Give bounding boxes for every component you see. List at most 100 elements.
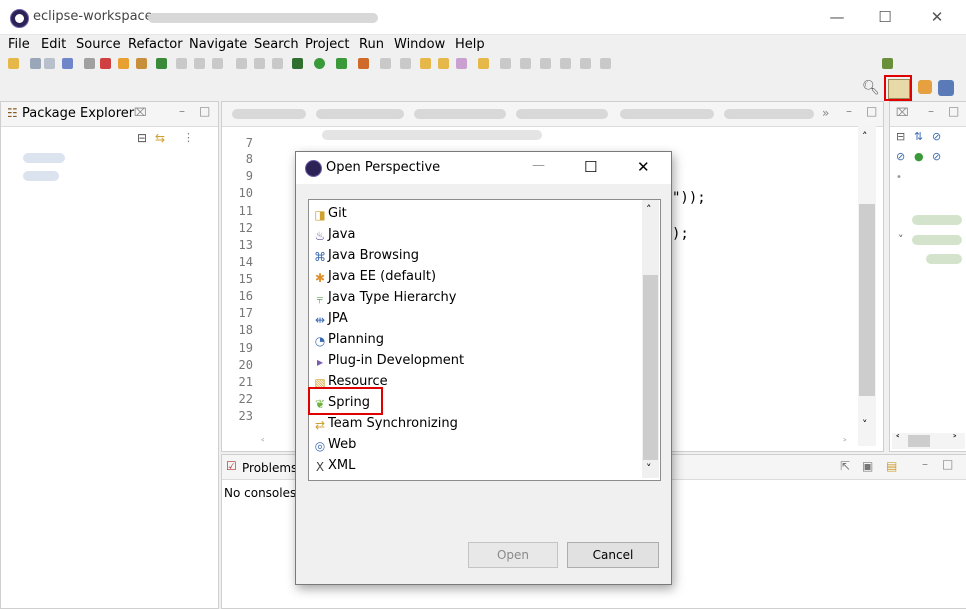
editor-tab-blurred[interactable] xyxy=(620,109,714,119)
hide-nonpublic-icon[interactable]: ⊘ xyxy=(932,150,941,163)
link-editor-icon[interactable]: ⇆ xyxy=(155,131,165,145)
maximize-button[interactable]: ☐ xyxy=(870,6,900,28)
search-folder-icon[interactable] xyxy=(478,58,489,69)
open-type-icon[interactable] xyxy=(438,58,449,69)
perspective-item[interactable]: ⫧ Java Type Hierarchy xyxy=(313,288,457,308)
skip-breakpoints-icon[interactable] xyxy=(84,58,95,69)
editor-tab-blurred[interactable] xyxy=(414,109,506,119)
open-folder-icon[interactable] xyxy=(420,58,431,69)
tree-item-blurred[interactable] xyxy=(23,153,65,163)
scroll-up-icon[interactable]: ˄ xyxy=(646,203,652,216)
list-scrollbar[interactable]: ˄ ˅ xyxy=(642,200,659,478)
external-tools-icon[interactable] xyxy=(358,58,369,69)
dialog-minimize-button[interactable]: — xyxy=(532,158,545,173)
debug-icon[interactable] xyxy=(100,58,111,69)
console-toolbar-icon[interactable]: ⇱ xyxy=(840,459,850,473)
perspective-item[interactable]: ✱ Java EE (default) xyxy=(313,267,436,287)
tool-icon[interactable] xyxy=(212,58,223,69)
menu-window[interactable]: Window xyxy=(394,37,445,52)
minimize-console-icon[interactable]: – xyxy=(922,457,928,471)
outline-item-blurred[interactable] xyxy=(926,254,962,264)
save-all-icon[interactable] xyxy=(44,58,55,69)
hide-static-icon[interactable]: ⊘ xyxy=(896,150,905,163)
perspective-item[interactable]: ⌘ Java Browsing xyxy=(313,246,419,266)
perspective-item[interactable]: ⇹ JPA xyxy=(313,309,348,329)
perspective-item[interactable]: ♨ Java xyxy=(313,225,356,245)
scroll-right-icon[interactable]: ˃ xyxy=(952,433,958,446)
java-ee-perspective-icon[interactable] xyxy=(918,80,932,94)
new-console-icon[interactable]: ▤ xyxy=(886,459,897,473)
tree-item-blurred[interactable] xyxy=(23,171,59,181)
editor-tab-blurred[interactable] xyxy=(724,109,814,119)
run-icon[interactable] xyxy=(314,58,325,69)
sort-icon[interactable]: ⇅ xyxy=(914,130,923,143)
menu-search[interactable]: Search xyxy=(254,37,299,52)
hide-fields-icon[interactable]: ⊘ xyxy=(932,130,941,143)
perspective-item[interactable]: ◔ Planning xyxy=(313,330,384,350)
tool-icon[interactable] xyxy=(380,58,391,69)
tool-icon[interactable] xyxy=(236,58,247,69)
maximize-editor-icon[interactable]: □ xyxy=(866,104,877,118)
perspective-item[interactable]: ◨ Git xyxy=(313,204,346,224)
menu-source[interactable]: Source xyxy=(76,37,121,52)
tool-icon[interactable] xyxy=(272,58,283,69)
outline-horizontal-scrollbar[interactable]: ˂ ˃ xyxy=(892,433,965,449)
menu-project[interactable]: Project xyxy=(305,37,349,52)
java-perspective-icon[interactable] xyxy=(938,80,954,96)
scroll-down-icon[interactable]: ˅ xyxy=(646,462,652,475)
scrollbar-thumb[interactable] xyxy=(859,204,875,396)
save-icon[interactable] xyxy=(30,58,41,69)
open-button[interactable]: Open xyxy=(468,542,558,568)
close-tab-icon[interactable]: ⌧ xyxy=(134,106,147,119)
menu-help[interactable]: Help xyxy=(455,37,485,52)
dialog-close-button[interactable]: ✕ xyxy=(637,158,650,176)
tool-icon[interactable] xyxy=(600,58,611,69)
editor-tab-blurred[interactable] xyxy=(232,109,306,119)
maximize-view-icon[interactable]: □ xyxy=(199,104,210,118)
perspective-item[interactable]: ▸ Plug-in Development xyxy=(313,351,464,371)
green-dot-icon[interactable]: ● xyxy=(914,150,924,163)
menu-refactor[interactable]: Refactor xyxy=(128,37,183,52)
editor-tab-blurred[interactable] xyxy=(516,109,608,119)
tool-icon[interactable] xyxy=(254,58,265,69)
view-menu-icon[interactable]: ⋮ xyxy=(183,131,194,144)
maximize-view-icon[interactable]: □ xyxy=(948,104,959,118)
back-icon[interactable] xyxy=(540,58,551,69)
tool-icon[interactable] xyxy=(400,58,411,69)
coverage-icon[interactable] xyxy=(336,58,347,69)
debug-run-icon[interactable] xyxy=(292,58,303,69)
scroll-left-icon[interactable]: ˂ xyxy=(895,433,901,446)
problems-tab[interactable]: Problems xyxy=(242,461,297,475)
scroll-up-icon[interactable]: ˄ xyxy=(862,130,868,143)
close-button[interactable]: ✕ xyxy=(922,6,952,28)
outline-item-blurred[interactable] xyxy=(912,215,962,225)
terminal-icon[interactable] xyxy=(62,58,73,69)
perspective-icon[interactable] xyxy=(882,58,893,69)
scrollbar-thumb[interactable] xyxy=(908,435,930,447)
minimize-view-icon[interactable]: – xyxy=(928,104,934,118)
menu-edit[interactable]: Edit xyxy=(41,37,66,52)
search-icon[interactable]: 🔍︎ xyxy=(862,80,880,96)
close-tab-icon[interactable]: ⌧ xyxy=(896,106,909,119)
cancel-button[interactable]: Cancel xyxy=(567,542,659,568)
minimize-editor-icon[interactable]: – xyxy=(846,104,852,118)
console-toolbar-icon[interactable]: ▣ xyxy=(862,459,873,473)
scroll-left-icon[interactable]: ˂ xyxy=(260,437,266,450)
tool-icon[interactable] xyxy=(580,58,591,69)
perspective-list[interactable]: ◨ Git ♨ Java ⌘ Java Browsing ✱ Java EE (defa… xyxy=(308,199,661,481)
collapse-all-icon[interactable]: ⊟ xyxy=(137,131,147,145)
menu-navigate[interactable]: Navigate xyxy=(189,37,247,52)
new-icon[interactable] xyxy=(8,58,19,69)
server-icon[interactable] xyxy=(118,58,129,69)
dialog-maximize-button[interactable]: ☐ xyxy=(584,158,597,176)
pencil-icon[interactable] xyxy=(456,58,467,69)
outline-toolbar-icon[interactable]: ⊟ xyxy=(896,130,905,143)
package-explorer-title[interactable]: Package Explorer xyxy=(22,106,134,121)
menu-run[interactable]: Run xyxy=(359,37,384,52)
more-tabs-icon[interactable]: » xyxy=(822,106,829,120)
scroll-right-icon[interactable]: ˃ xyxy=(842,437,848,450)
perspective-item[interactable]: ⇄ Team Synchronizing xyxy=(313,414,458,434)
forward-icon[interactable] xyxy=(560,58,571,69)
outline-item-blurred[interactable] xyxy=(912,235,962,245)
scroll-down-icon[interactable]: ˅ xyxy=(862,418,868,431)
